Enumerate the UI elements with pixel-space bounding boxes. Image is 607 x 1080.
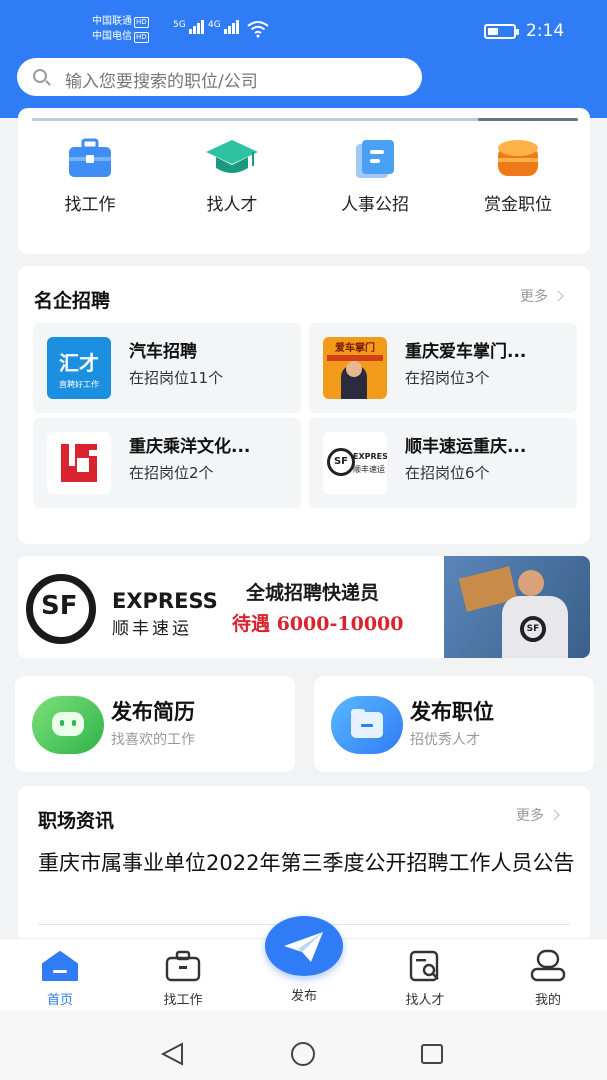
publish-button[interactable] <box>265 916 343 976</box>
courier-photo: SF <box>444 556 590 658</box>
section-title: 职场资讯 <box>38 810 115 832</box>
quick-find-talent-label: 找人才 <box>206 195 258 215</box>
publish-button-label: 发布 <box>290 989 317 1004</box>
famous-companies-card: 名企招聘 更多 汇才 直聘好工作 汽车招聘 在招岗位11个 爱车掌门 重庆爱车掌… <box>18 266 590 544</box>
signal-4g-icon: 4G <box>208 20 240 34</box>
wifi-icon <box>247 21 269 38</box>
tab-home[interactable]: 首页 <box>15 949 105 1008</box>
clock: 2:14 <box>526 21 565 41</box>
more-link-label: 更多 <box>520 289 548 305</box>
carrier-1: 中国联通 <box>92 16 132 27</box>
company-logo <box>47 432 111 494</box>
paper-plane-icon <box>284 932 323 962</box>
more-link[interactable]: 更多 <box>520 286 564 306</box>
briefcase-icon <box>67 138 113 180</box>
company-job-count: 在招岗位3个 <box>405 369 490 387</box>
publish-job-title: 发布职位 <box>410 700 494 724</box>
briefcase-icon <box>163 949 203 983</box>
sf-logo: SF <box>26 574 96 644</box>
system-nav-bar <box>0 1010 607 1080</box>
company-item[interactable]: SF EXPRESS 顺丰速运 顺丰速运重庆... 在招岗位6个 <box>309 418 577 508</box>
hd-badge: HD <box>134 32 149 43</box>
company-job-count: 在招岗位6个 <box>405 464 490 482</box>
tab-mine[interactable]: 我的 <box>503 949 593 1008</box>
quick-public-recruit[interactable]: 人事公招 <box>305 138 445 215</box>
graduation-cap-icon <box>206 138 258 180</box>
company-item[interactable]: 汇才 直聘好工作 汽车招聘 在招岗位11个 <box>33 323 301 413</box>
news-headline[interactable]: 重庆市属事业单位2022年第三季度公开招聘工作人员公告 <box>38 848 578 878</box>
chevron-right-icon <box>548 809 560 821</box>
company-job-count: 在招岗位11个 <box>129 369 224 387</box>
banner-headline: 全城招聘快递员 <box>246 582 380 604</box>
tab-find-talent-label: 找人才 <box>405 993 445 1008</box>
company-logo: SF EXPRESS 顺丰速运 <box>323 432 387 494</box>
more-link-label: 更多 <box>516 808 544 824</box>
banner-salary: 待遇 6000-10000 <box>232 613 404 635</box>
folder-icon <box>331 696 403 754</box>
back-icon[interactable] <box>160 1042 186 1066</box>
recruit-banner[interactable]: SF EXPRESS 顺丰速运 全城招聘快递员 待遇 6000-10000 SF <box>18 556 590 658</box>
carousel-edge <box>478 118 578 121</box>
tab-home-label: 首页 <box>46 993 73 1008</box>
company-name: 汽车招聘 <box>129 342 197 362</box>
quick-find-job[interactable]: 找工作 <box>20 138 160 215</box>
search-document-icon <box>405 949 445 983</box>
coin-stack-icon <box>495 138 541 180</box>
company-name: 顺丰速运重庆... <box>405 437 527 457</box>
carousel-edge <box>32 118 482 121</box>
user-icon <box>528 949 568 983</box>
publish-job-card[interactable]: 发布职位 招优秀人才 <box>314 676 594 772</box>
company-item[interactable]: 爱车掌门 重庆爱车掌门... 在招岗位3个 <box>309 323 577 413</box>
publish-resume-title: 发布简历 <box>111 700 195 724</box>
search-icon <box>33 69 47 83</box>
quick-find-talent[interactable]: 找人才 <box>162 138 302 215</box>
quick-find-job-label: 找工作 <box>64 195 116 215</box>
section-title: 名企招聘 <box>34 290 111 312</box>
tab-find-job-label: 找工作 <box>163 993 203 1008</box>
home-nav-icon[interactable] <box>290 1042 316 1066</box>
top-header: 中国联通 HD 中国电信 HD 5G 4G 2:14 输入您要搜索的职位/公司 <box>0 0 607 118</box>
company-logo: 爱车掌门 <box>323 337 387 399</box>
search-input[interactable]: 输入您要搜索的职位/公司 <box>17 58 422 96</box>
status-bar: 中国联通 HD 中国电信 HD 5G 4G 2:14 <box>0 0 607 55</box>
company-name: 重庆乘洋文化... <box>129 437 251 457</box>
document-icon <box>352 138 398 180</box>
hd-badge: HD <box>134 17 149 28</box>
chat-face-icon <box>32 696 104 754</box>
quick-public-recruit-label: 人事公招 <box>341 195 409 215</box>
banner-brand-cn: 顺丰速运 <box>112 619 192 639</box>
battery-icon <box>484 24 519 39</box>
quick-bounty-jobs-label: 赏金职位 <box>484 195 552 215</box>
publish-resume-card[interactable]: 发布简历 找喜欢的工作 <box>15 676 295 772</box>
publish-job-subtitle: 招优秀人才 <box>410 732 480 748</box>
tab-mine-label: 我的 <box>534 993 561 1008</box>
company-logo: 汇才 直聘好工作 <box>47 337 111 399</box>
recents-icon[interactable] <box>420 1043 444 1065</box>
publish-resume-subtitle: 找喜欢的工作 <box>111 732 195 748</box>
tab-find-talent[interactable]: 找人才 <box>380 949 470 1008</box>
company-name: 重庆爱车掌门... <box>405 342 527 362</box>
company-job-count: 在招岗位2个 <box>129 464 214 482</box>
quick-bounty-jobs[interactable]: 赏金职位 <box>448 138 588 215</box>
more-link[interactable]: 更多 <box>516 805 560 825</box>
company-item[interactable]: 重庆乘洋文化... 在招岗位2个 <box>33 418 301 508</box>
chevron-right-icon <box>552 290 564 302</box>
banner-brand: EXPRESS <box>112 589 218 613</box>
home-icon <box>40 949 80 983</box>
carrier-info: 中国联通 HD 中国电信 HD <box>92 14 149 44</box>
carrier-2: 中国电信 <box>92 31 132 42</box>
search-placeholder: 输入您要搜索的职位/公司 <box>65 72 258 92</box>
signal-5g-icon: 5G <box>173 20 205 34</box>
tab-find-job[interactable]: 找工作 <box>138 949 228 1008</box>
